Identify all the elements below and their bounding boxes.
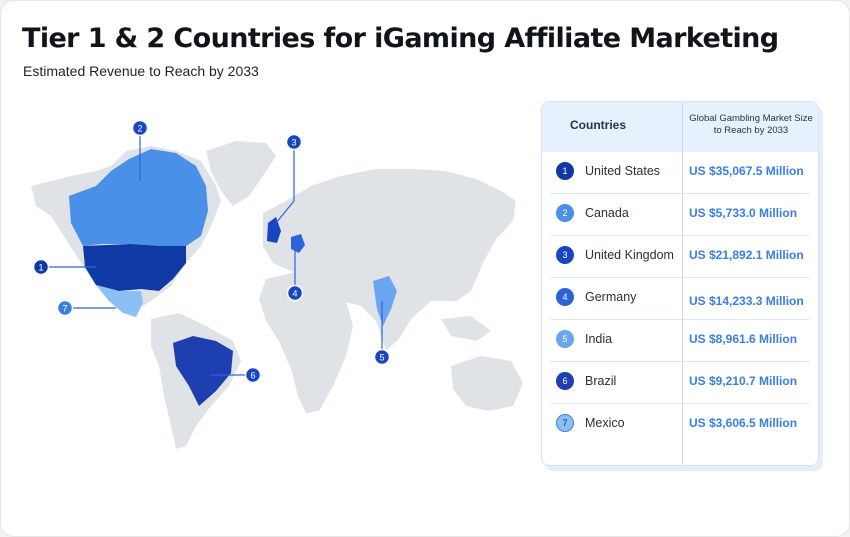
pin-6: 6 — [244, 366, 262, 384]
row-value: US $21,892.1 Million — [689, 248, 804, 262]
header-countries: Countries — [570, 118, 627, 132]
country-canada-shape — [69, 149, 208, 246]
row-number-badge: 6 — [556, 372, 574, 390]
table-row: 6 Brazil US $9,210.7 Million — [542, 362, 818, 404]
row-value: US $35,067.5 Million — [689, 164, 804, 178]
table-row: 7 Mexico US $3,606.5 Million — [542, 404, 818, 446]
row-country: Mexico — [585, 416, 625, 430]
table-row: 4 Germany US $14,233.3 Million — [542, 278, 818, 320]
row-value: US $8,961.6 Million — [689, 332, 798, 346]
world-map: 1 2 3 4 5 6 7 — [1, 96, 541, 536]
countries-table: Countries Global Gambling Market Size to… — [541, 101, 819, 466]
pin-5-label: 5 — [379, 353, 384, 363]
row-number-badge: 2 — [556, 204, 574, 222]
page-subtitle: Estimated Revenue to Reach by 2033 — [23, 63, 259, 79]
row-country: Canada — [585, 206, 629, 220]
pin-1-label: 1 — [38, 263, 43, 273]
page-title: Tier 1 & 2 Countries for iGaming Affilia… — [22, 23, 779, 54]
row-number-badge: 3 — [556, 246, 574, 264]
row-country: United Kingdom — [585, 248, 674, 262]
row-number-badge: 4 — [556, 288, 574, 306]
pin-2-label: 2 — [137, 124, 142, 134]
pin-4: 4 — [286, 284, 304, 302]
pin-7-label: 7 — [62, 304, 67, 314]
pin-5: 5 — [373, 348, 391, 366]
pin-2: 2 — [131, 119, 149, 137]
pin-6-label: 6 — [250, 371, 255, 381]
row-number-badge: 1 — [556, 162, 574, 180]
row-number-badge: 7 — [556, 414, 574, 432]
header-market-size: Global Gambling Market Size to Reach by … — [689, 113, 813, 136]
row-value: US $3,606.5 Million — [689, 416, 798, 430]
row-number-badge: 5 — [556, 330, 574, 348]
land-australia — [451, 356, 523, 411]
pin-3: 3 — [285, 133, 303, 151]
pin-3-label: 3 — [291, 138, 296, 148]
pin-1: 1 — [32, 258, 50, 276]
table-row: 1 United States US $35,067.5 Million — [542, 152, 818, 194]
row-value: US $14,233.3 Million — [689, 294, 804, 308]
table-row: 5 India US $8,961.6 Million — [542, 320, 818, 362]
table-header: Countries Global Gambling Market Size to… — [542, 102, 818, 152]
row-country: Brazil — [585, 374, 617, 388]
land-southeast-asia — [441, 316, 491, 341]
world-map-svg: 1 2 3 4 5 6 7 — [31, 119, 523, 449]
infographic-card: Tier 1 & 2 Countries for iGaming Affilia… — [0, 0, 850, 537]
pin-4-label: 4 — [292, 289, 297, 299]
row-value: US $9,210.7 Million — [689, 374, 798, 388]
row-country: Germany — [585, 290, 637, 304]
row-value: US $5,733.0 Million — [689, 206, 798, 220]
table-row: 3 United Kingdom US $21,892.1 Million — [542, 236, 818, 278]
row-country: India — [585, 332, 613, 346]
table-row: 2 Canada US $5,733.0 Million — [542, 194, 818, 236]
row-country: United States — [585, 164, 661, 178]
pin-7: 7 — [56, 299, 74, 317]
